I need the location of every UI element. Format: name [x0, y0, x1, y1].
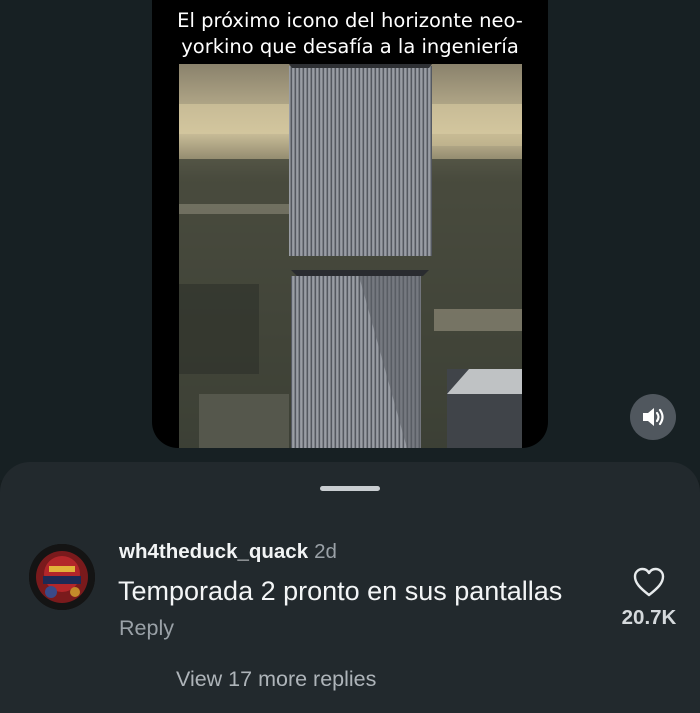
video-player[interactable]: El próximo icono del horizonte neo-yorki…	[152, 0, 548, 448]
heart-outline-icon	[633, 567, 665, 597]
sound-toggle-button[interactable]	[630, 394, 676, 440]
video-caption: El próximo icono del horizonte neo-yorki…	[177, 9, 523, 58]
video-area: El próximo icono del horizonte neo-yorki…	[0, 0, 700, 480]
comment-text: Temporada 2 pronto en sus pantallas	[118, 576, 563, 606]
volume-icon	[643, 408, 664, 426]
view-more-replies-button[interactable]: View 17 more replies	[176, 667, 376, 692]
like-button[interactable]	[632, 566, 666, 598]
like-count: 20.7K	[621, 606, 677, 629]
comments-sheet: wh4theduck_quack 2d Temporada 2 pronto en…	[0, 462, 700, 713]
drag-handle[interactable]	[320, 486, 380, 491]
reply-button[interactable]: Reply	[119, 616, 174, 641]
video-thumbnail	[179, 64, 522, 448]
helmet-avatar-icon	[29, 544, 95, 610]
comment-username[interactable]: wh4theduck_quack	[119, 540, 308, 563]
avatar[interactable]	[29, 544, 95, 610]
comment-timestamp: 2d	[314, 540, 337, 563]
comment-meta: wh4theduck_quack 2d	[119, 540, 337, 564]
